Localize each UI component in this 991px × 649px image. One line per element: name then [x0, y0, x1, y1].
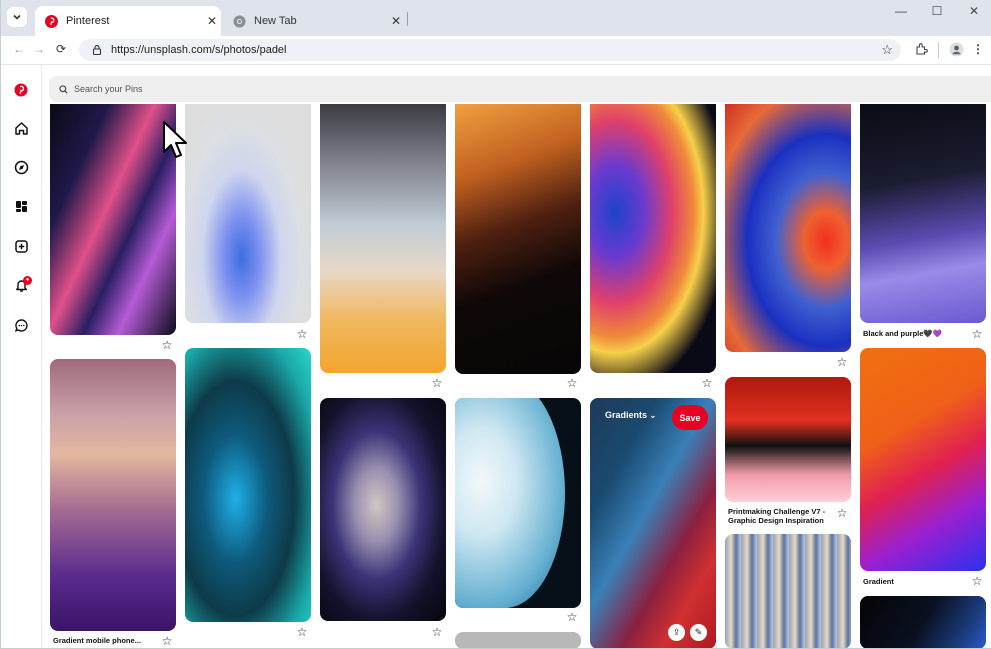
chrome-icon	[233, 14, 246, 28]
board-name: Gradients	[605, 410, 648, 420]
toolbar-divider	[938, 42, 939, 58]
pin-image[interactable]	[590, 398, 716, 648]
search-placeholder: Search your Pins	[74, 84, 143, 94]
pin-caption: Gradient	[863, 577, 894, 586]
save-star-icon[interactable]: ☆	[430, 376, 444, 390]
save-star-icon[interactable]: ☆	[295, 327, 309, 341]
back-icon[interactable]: ←	[11, 42, 27, 56]
pinterest-icon	[45, 14, 58, 28]
tab-title: Pinterest	[66, 15, 110, 27]
pin-image[interactable]	[455, 398, 581, 608]
pin-image[interactable]	[185, 104, 311, 323]
edit-icon[interactable]: ✎	[690, 624, 707, 641]
pin-caption: Graphic Design Inspiration	[728, 516, 824, 525]
pin-image[interactable]	[860, 104, 986, 323]
pin-image[interactable]	[725, 534, 851, 648]
forward-icon[interactable]: →	[31, 42, 47, 56]
save-star-icon[interactable]: ☆	[565, 610, 579, 624]
share-icon[interactable]: ⇪	[668, 624, 685, 641]
browser-toolbar: ← → ⟳ https://unsplash.com/s/photos/pade…	[1, 36, 991, 64]
pin-image[interactable]	[725, 104, 851, 352]
bookmark-star-icon[interactable]: ☆	[881, 42, 893, 58]
search-icon	[59, 84, 68, 94]
reload-icon[interactable]: ⟳	[53, 42, 69, 56]
menu-dots-icon[interactable]: ⋮	[970, 42, 986, 56]
pin-image[interactable]	[320, 104, 446, 373]
home-icon[interactable]	[12, 119, 30, 137]
close-tab-icon[interactable]: ✕	[203, 14, 221, 28]
create-icon[interactable]	[12, 237, 30, 255]
chevron-down-icon: ⌄	[649, 411, 657, 420]
save-star-icon[interactable]: ☆	[430, 625, 444, 639]
save-star-icon[interactable]: ☆	[295, 625, 309, 639]
close-window-icon[interactable]: ✕	[960, 4, 988, 18]
site-info-icon	[92, 45, 102, 56]
pin-image[interactable]	[50, 359, 176, 631]
search-input[interactable]: Search your Pins	[49, 76, 991, 102]
save-star-icon[interactable]: ☆	[835, 506, 849, 520]
tab-title: New Tab	[254, 15, 297, 27]
save-star-icon[interactable]: ☆	[970, 327, 984, 341]
tab-search-button[interactable]	[7, 7, 27, 27]
pin-image[interactable]	[320, 398, 446, 621]
url-text: https://unsplash.com/s/photos/padel	[111, 44, 287, 56]
pin-caption: Black and purple🖤💜	[863, 329, 943, 338]
browser-window: Pinterest ✕ New Tab ✕ — ☐ ✕ ← → ⟳ https:…	[0, 0, 991, 649]
sidebar: ●	[1, 65, 42, 648]
messages-icon[interactable]	[12, 316, 30, 334]
minimize-icon[interactable]: —	[887, 4, 915, 18]
pin-image[interactable]	[590, 104, 716, 373]
tab-pinterest[interactable]: Pinterest ✕	[35, 6, 221, 36]
mouse-cursor-icon	[163, 121, 187, 158]
save-star-icon[interactable]: ☆	[835, 355, 849, 369]
pin-image[interactable]	[455, 104, 581, 374]
pin-image[interactable]	[860, 348, 986, 571]
notification-badge: ●	[23, 276, 32, 285]
tab-separator	[407, 12, 408, 26]
boards-icon[interactable]	[12, 197, 30, 215]
save-star-icon[interactable]: ☆	[160, 634, 174, 648]
save-star-icon[interactable]: ☆	[565, 376, 579, 390]
save-star-icon[interactable]: ☆	[700, 376, 714, 390]
pin-caption: Gradient mobile phone...	[53, 636, 141, 645]
pin-image[interactable]	[50, 104, 176, 335]
address-bar[interactable]: https://unsplash.com/s/photos/padel ☆	[79, 39, 901, 61]
pin-image[interactable]	[185, 348, 311, 622]
save-star-icon[interactable]: ☆	[160, 338, 174, 352]
explore-icon[interactable]	[12, 158, 30, 176]
close-tab-icon[interactable]: ✕	[387, 14, 405, 28]
tab-new-tab[interactable]: New Tab ✕	[225, 6, 405, 36]
save-button[interactable]: Save	[672, 405, 708, 430]
save-star-icon[interactable]: ☆	[970, 574, 984, 588]
board-selector[interactable]: Gradients ⌄	[605, 410, 656, 420]
profile-avatar-icon[interactable]	[948, 42, 964, 60]
pin-image[interactable]	[725, 377, 851, 502]
extensions-icon[interactable]	[913, 42, 929, 58]
pin-caption: Printmaking Challenge V7 -	[728, 507, 826, 516]
maximize-icon[interactable]: ☐	[923, 4, 951, 18]
pin-image[interactable]	[860, 596, 986, 648]
chevron-down-icon	[13, 14, 21, 20]
pinterest-logo-icon[interactable]	[12, 81, 30, 99]
pin-image[interactable]	[455, 632, 581, 648]
tab-strip: Pinterest ✕ New Tab ✕ — ☐ ✕	[1, 0, 991, 36]
